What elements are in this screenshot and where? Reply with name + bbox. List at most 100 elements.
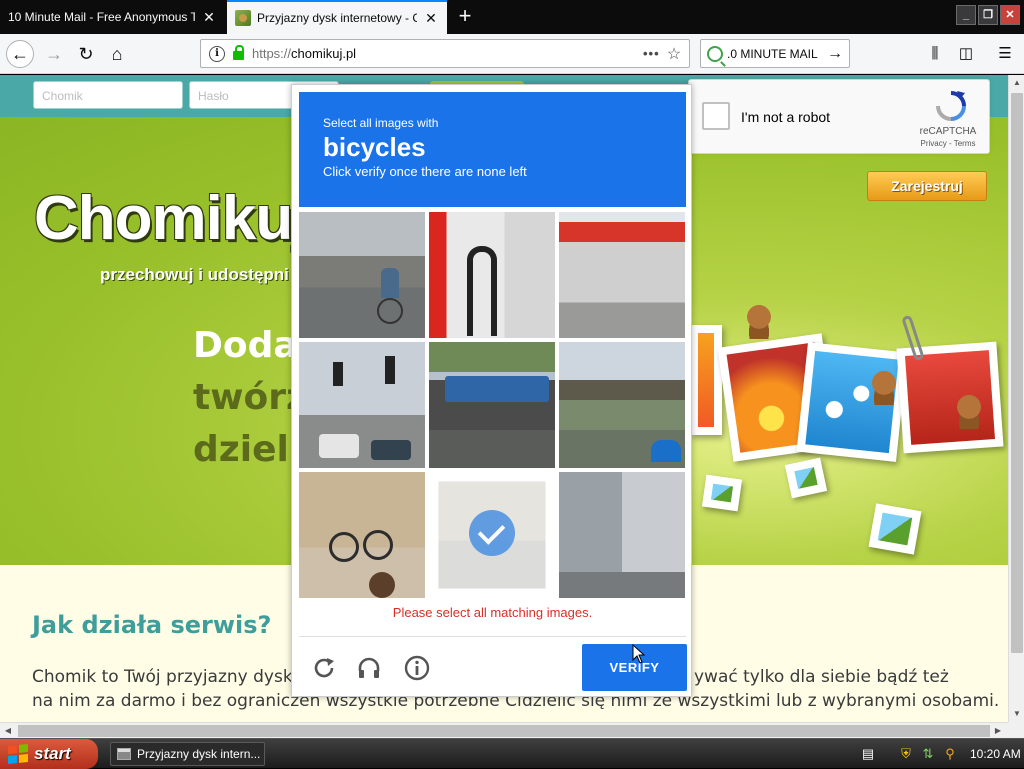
- street-cyclists-image: [299, 212, 425, 338]
- image-tile-1[interactable]: [299, 212, 425, 338]
- photo-collage: [690, 285, 1008, 565]
- tab-title: Przyjazny dysk internetowy - Cho: [257, 11, 417, 25]
- url-text[interactable]: https://chomikuj.pl: [252, 46, 643, 61]
- image-tile-5[interactable]: [429, 342, 555, 468]
- star-icon[interactable]: ☆: [663, 44, 685, 64]
- traffic-light: [333, 362, 343, 386]
- plus-icon[interactable]: +: [452, 4, 478, 30]
- recaptcha-brand: reCAPTCHA: [919, 126, 977, 137]
- beaver-mascot-icon: [870, 371, 898, 405]
- magnifier-icon[interactable]: ⚲: [942, 746, 958, 762]
- window-icon: [117, 748, 131, 760]
- window-close-icon[interactable]: ✕: [1000, 5, 1020, 25]
- recaptcha-challenge-dialog: Select all images with bicycles Click ve…: [291, 84, 692, 697]
- restore-icon[interactable]: ❐: [978, 5, 998, 25]
- shield-icon[interactable]: ⛨: [898, 746, 914, 762]
- parked-bicycle-image: [299, 472, 425, 598]
- reload-icon[interactable]: [310, 654, 338, 682]
- bollard: [369, 572, 395, 598]
- recaptcha-logo-icon: [936, 91, 966, 121]
- storefront-image: [559, 212, 685, 338]
- ten-minute-mail-extension-button[interactable]: .0 MINUTE MAIL →: [700, 39, 850, 68]
- image-tile-4[interactable]: [299, 342, 425, 468]
- network-icon[interactable]: ⇅: [920, 746, 936, 762]
- handlebar-shape: [467, 246, 497, 336]
- close-icon[interactable]: ✕: [423, 10, 439, 27]
- traffic-light: [385, 356, 395, 384]
- bicycle-wheel: [329, 532, 359, 562]
- vertical-scroll-thumb[interactable]: [1011, 93, 1023, 653]
- horizontal-scrollbar[interactable]: ◀ ▶: [0, 722, 1008, 738]
- not-a-robot-checkbox[interactable]: [702, 102, 730, 130]
- checkmark-icon: [469, 510, 515, 556]
- links-separator: -: [946, 139, 954, 148]
- collage-photo: [690, 325, 722, 435]
- taskbar-item-firefox[interactable]: Przyjazny dysk intern...: [110, 742, 265, 766]
- scroll-right-arrow-icon[interactable]: ▶: [990, 723, 1006, 739]
- library-icon[interactable]: ⫼: [924, 43, 946, 65]
- photo-icon: [868, 503, 922, 555]
- bicycle-wheel: [363, 530, 393, 560]
- scroll-down-arrow-icon[interactable]: ▼: [1009, 706, 1024, 722]
- clock[interactable]: 10:20 AM: [970, 747, 1021, 761]
- headphones-icon[interactable]: [355, 654, 383, 682]
- photo-icon: [784, 457, 828, 499]
- image-tile-8[interactable]: [429, 472, 555, 598]
- image-tile-6[interactable]: [559, 342, 685, 468]
- image-tile-3[interactable]: [559, 212, 685, 338]
- recaptcha-links: Privacy - Terms: [911, 139, 985, 148]
- tab-10-minute-mail[interactable]: 10 Minute Mail - Free Anonymous Temp ✕: [0, 0, 225, 34]
- ellipsis-icon[interactable]: •••: [643, 46, 663, 61]
- site-logo[interactable]: Chomikuj.: [34, 183, 326, 254]
- terms-link[interactable]: Terms: [954, 139, 976, 148]
- bus-image: [429, 342, 555, 468]
- login-field[interactable]: Chomik: [33, 81, 183, 109]
- image-tile-2[interactable]: [429, 212, 555, 338]
- car: [371, 440, 411, 460]
- window-controls: _ ❐ ✕: [956, 5, 1020, 25]
- scrollbar-corner: [1008, 722, 1024, 738]
- extension-label: .0 MINUTE MAIL: [727, 46, 818, 61]
- lock-icon[interactable]: [233, 45, 244, 60]
- sidewalk: [559, 572, 685, 598]
- scroll-left-arrow-icon[interactable]: ◀: [0, 723, 16, 739]
- forward-arrow-icon[interactable]: →: [40, 40, 68, 68]
- mouse-cursor-icon: [632, 644, 646, 664]
- minimize-icon[interactable]: _: [956, 5, 976, 25]
- windows-taskbar: start Przyjazny dysk intern... ▤ ⛨ ⇅ ⚲ 1…: [0, 738, 1024, 769]
- windows-logo-icon: [8, 743, 28, 765]
- tab-bar: 10 Minute Mail - Free Anonymous Temp ✕ P…: [0, 0, 1024, 34]
- scroll-up-arrow-icon[interactable]: ▲: [1009, 75, 1024, 91]
- navigation-toolbar: ← → ↻ ⌂ i https://chomikuj.pl ••• ☆ .0 M…: [0, 34, 1024, 74]
- url-host: chomikuj.pl: [291, 46, 357, 61]
- privacy-link[interactable]: Privacy: [921, 139, 947, 148]
- photo-icon: [701, 474, 743, 512]
- image-tile-7[interactable]: [299, 472, 425, 598]
- start-button[interactable]: start: [0, 739, 98, 769]
- url-bar[interactable]: i https://chomikuj.pl ••• ☆: [200, 39, 690, 68]
- search-icon: [707, 45, 723, 62]
- reload-icon[interactable]: ↻: [72, 40, 100, 68]
- horizontal-scroll-thumb[interactable]: [18, 725, 990, 737]
- tab-chomikuj[interactable]: Przyjazny dysk internetowy - Cho ✕: [227, 0, 447, 34]
- sidebar-icon[interactable]: ◫: [955, 43, 977, 65]
- system-tray: ▤ ⛨ ⇅ ⚲ 10:20 AM: [860, 739, 1024, 769]
- recaptcha-widget: I'm not a robot reCAPTCHA Privacy - Term…: [688, 79, 990, 154]
- start-label: start: [34, 744, 71, 763]
- info-icon[interactable]: [403, 654, 431, 682]
- close-icon[interactable]: ✕: [201, 9, 217, 26]
- home-icon[interactable]: ⌂: [103, 40, 131, 68]
- challenge-hint: Click verify once there are none left: [323, 164, 527, 179]
- site-tagline: przechowuj i udostępni: [100, 265, 289, 284]
- keyboard-icon[interactable]: ▤: [860, 746, 876, 762]
- menu-icon[interactable]: ☰: [994, 43, 1016, 65]
- body-text-right-1: ywać tylko dla siebie bądź też: [694, 667, 949, 687]
- back-arrow-icon[interactable]: ←: [6, 40, 34, 68]
- register-button[interactable]: Zarejestruj: [867, 171, 987, 201]
- challenge-object: bicycles: [323, 132, 426, 162]
- image-tile-9[interactable]: [559, 472, 685, 598]
- challenge-divider: [299, 636, 686, 637]
- site-info-icon[interactable]: i: [209, 45, 225, 62]
- vertical-scrollbar[interactable]: ▲ ▼: [1008, 75, 1024, 722]
- tab-title: 10 Minute Mail - Free Anonymous Temp: [8, 10, 195, 24]
